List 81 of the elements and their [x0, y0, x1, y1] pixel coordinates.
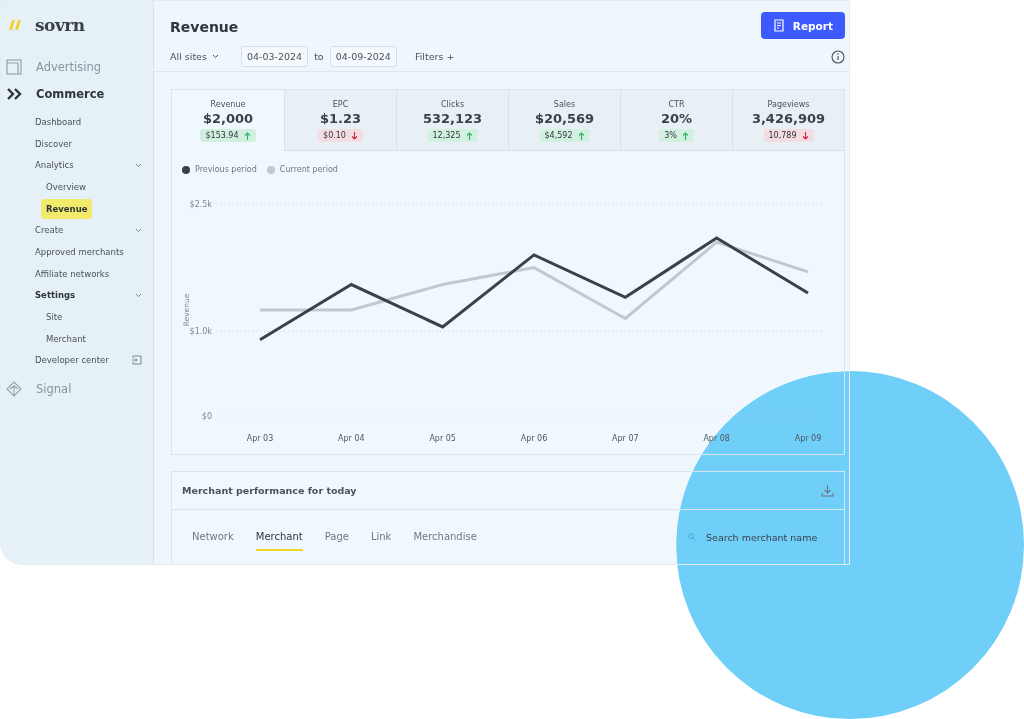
x-tick-label: Apr 04: [338, 434, 365, 443]
metric-label: Clicks: [440, 100, 465, 109]
metric-label: Pageviews: [767, 100, 810, 109]
document-icon: [772, 19, 785, 32]
page-title: Revenue: [170, 19, 239, 35]
change-badge: 10,789: [763, 129, 814, 142]
sidebar-item[interactable]: Approved merchants: [1, 241, 153, 263]
sidebar-item[interactable]: Settings: [1, 284, 153, 307]
y-tick-label: $2.5k: [189, 200, 212, 209]
x-tick-label: Apr 03: [246, 434, 274, 443]
arrow-down-icon: [801, 131, 809, 140]
metric-label: Sales: [553, 100, 576, 109]
x-tick-label: Apr 05: [429, 434, 456, 443]
chevron-down-icon[interactable]: [135, 162, 142, 168]
y-tick-label: $0: [201, 412, 212, 421]
sidebar-item[interactable]: Analytics: [1, 154, 153, 177]
metric-tab[interactable]: EPC $1.23 $0.10: [284, 90, 396, 151]
info-icon[interactable]: [831, 49, 845, 64]
change-badge: $0.10: [318, 129, 363, 142]
legend-label: Previous period: [195, 165, 257, 174]
metric-tab[interactable]: Sales $20,569 $4,592: [508, 90, 620, 151]
arrow-up-icon: [465, 131, 473, 140]
merchant-tab[interactable]: Merchant: [255, 523, 303, 551]
chevron-down-icon[interactable]: [135, 292, 142, 298]
metric-label: Revenue: [210, 100, 246, 109]
merchant-tab[interactable]: Merchandise: [413, 523, 477, 551]
sidebar-section[interactable]: Commerce: [1, 81, 153, 107]
merchant-tab[interactable]: Page: [324, 523, 349, 551]
start-date-field[interactable]: 04-03-2024: [240, 46, 309, 67]
double-chevron-icon: [6, 87, 22, 101]
metric-value: 3,426,909: [751, 111, 826, 126]
metric-tab[interactable]: CTR 20% 3%: [620, 90, 732, 151]
sidebar-subitem[interactable]: Revenue: [41, 198, 93, 219]
exit-icon[interactable]: [132, 355, 142, 366]
metric-value: 532,123: [422, 111, 483, 126]
change-badge: 12,325: [427, 129, 478, 142]
y-tick-label: $1.0k: [189, 327, 212, 337]
metric-tab[interactable]: Clicks 532,123 12,325: [396, 90, 508, 151]
search-icon: [688, 533, 696, 541]
sidebar-item[interactable]: Developer center: [1, 349, 153, 372]
x-tick-label: Apr 06: [520, 434, 548, 443]
metric-label: CTR: [668, 100, 685, 109]
diamond-icon: [6, 381, 22, 398]
arrow-up-icon: [681, 131, 689, 140]
download-icon[interactable]: [821, 484, 834, 497]
sidebar-item[interactable]: Dashboard: [1, 111, 153, 133]
x-tick-label: Apr 09: [794, 434, 822, 443]
metric-value: $2,000: [202, 111, 254, 126]
panel-title: Merchant performance for today: [182, 485, 357, 496]
sidebar-subitem[interactable]: Merchant: [41, 328, 91, 349]
site-dropdown[interactable]: All sites: [170, 51, 219, 62]
metric-label: EPC: [332, 100, 349, 109]
end-date-field[interactable]: 04-09-2024: [329, 46, 397, 67]
change-badge: $4,592: [539, 129, 590, 142]
x-tick-label: Apr 07: [612, 434, 639, 443]
sidebar-item[interactable]: Affiliate networks: [1, 262, 153, 285]
merchant-tab[interactable]: Network: [192, 523, 234, 551]
merchant-tab[interactable]: Link: [370, 523, 392, 551]
sidebar-item[interactable]: Discover: [1, 132, 153, 155]
search-field[interactable]: Search merchant name: [688, 530, 826, 544]
chevron-down-icon: [211, 54, 219, 59]
filters-button[interactable]: Filters +: [414, 51, 455, 62]
metric-value: 20%: [660, 111, 693, 126]
sidebar-item[interactable]: Create: [1, 219, 153, 242]
sidebar-subitem[interactable]: Overview: [41, 176, 92, 197]
date-separator: to: [314, 51, 324, 62]
sidebar-subitem[interactable]: Site: [41, 307, 68, 328]
metric-tab[interactable]: Pageviews 3,426,909 10,789: [732, 90, 844, 151]
logo-icon: [9, 20, 21, 30]
legend-label: Current period: [279, 165, 338, 174]
metric-value: $20,569: [534, 111, 595, 126]
chevron-down-icon[interactable]: [135, 227, 142, 233]
metric-value: $1.23: [319, 111, 362, 126]
frame-icon: [6, 59, 22, 75]
change-badge: 3%: [659, 129, 694, 142]
report-button[interactable]: Report: [760, 12, 845, 39]
brand-name: sovrn: [35, 15, 85, 35]
change-badge: $153.94: [200, 129, 256, 142]
arrow-up-icon: [577, 131, 585, 140]
arrow-up-icon: [243, 131, 251, 140]
arrow-down-icon: [350, 131, 358, 140]
